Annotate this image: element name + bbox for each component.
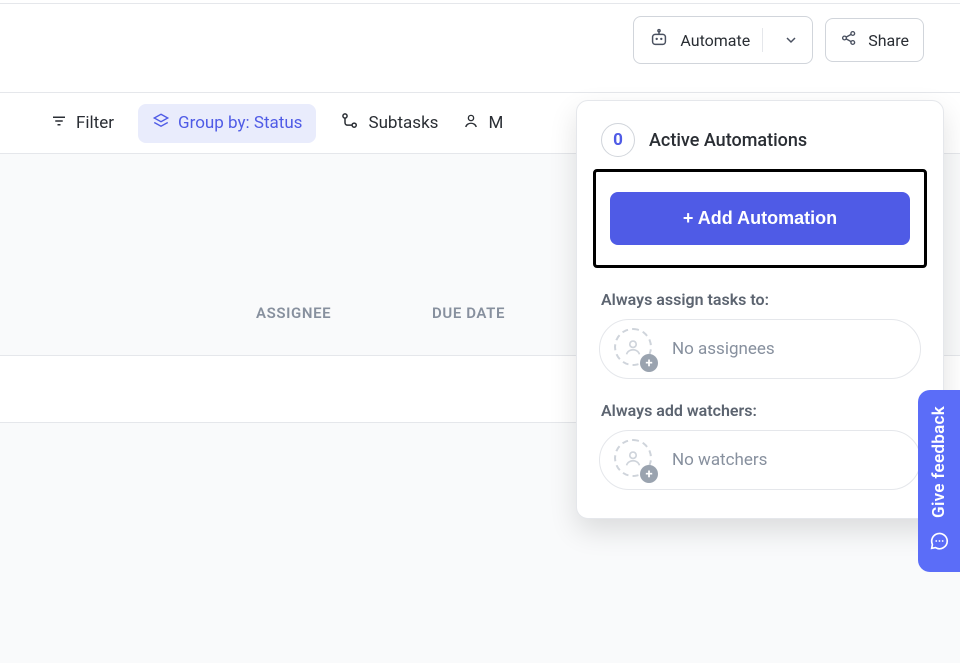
automations-count: 0 (613, 130, 623, 150)
plus-icon: + (640, 465, 658, 483)
groupby-button[interactable]: Group by: Status (138, 104, 316, 143)
plus-icon: + (640, 354, 658, 372)
share-button[interactable]: Share (825, 18, 924, 62)
automate-label: Automate (680, 31, 750, 50)
watchers-field[interactable]: + No watchers (599, 430, 921, 490)
watchers-section-label: Always add watchers: (601, 401, 919, 420)
automations-title: Active Automations (649, 130, 807, 151)
add-automation-button[interactable]: + Add Automation (610, 192, 910, 245)
groupby-label: Group by: Status (178, 113, 302, 133)
assign-section-label: Always assign tasks to: (601, 290, 919, 309)
column-due-date[interactable]: DUE DATE (432, 304, 505, 322)
filter-label: Filter (76, 113, 114, 133)
give-feedback-button[interactable]: Give feedback (918, 390, 960, 572)
layers-icon (152, 112, 170, 135)
assignee-avatar-placeholder: + (614, 328, 656, 370)
column-assignee[interactable]: ASSIGNEE (256, 304, 331, 322)
add-automation-callout: + Add Automation (593, 169, 927, 268)
header-actions: Automate Share (633, 16, 924, 64)
person-icon (622, 336, 644, 358)
feedback-label: Give feedback (929, 406, 949, 518)
subtasks-icon (340, 111, 360, 136)
share-icon (840, 29, 858, 51)
me-label: M (488, 113, 503, 133)
assignees-value: No assignees (672, 339, 775, 359)
watchers-value: No watchers (672, 450, 767, 470)
filter-button[interactable]: Filter (50, 112, 114, 135)
panel-header: 0 Active Automations (593, 119, 927, 169)
person-icon (462, 112, 480, 135)
automations-panel: 0 Active Automations + Add Automation Al… (576, 100, 944, 519)
subtasks-button[interactable]: Subtasks (340, 111, 438, 136)
top-divider (0, 3, 960, 4)
add-automation-label: + Add Automation (683, 208, 837, 228)
automations-count-badge: 0 (601, 123, 635, 157)
me-button[interactable]: M (462, 112, 503, 135)
share-label: Share (868, 31, 909, 50)
button-divider (762, 28, 763, 52)
automate-button[interactable]: Automate (633, 16, 813, 64)
person-icon (622, 447, 644, 469)
subtasks-label: Subtasks (368, 113, 438, 133)
automate-chevron[interactable] (775, 32, 807, 48)
watcher-avatar-placeholder: + (614, 439, 656, 481)
chevron-down-icon (783, 32, 799, 48)
assignees-field[interactable]: + No assignees (599, 319, 921, 379)
robot-icon (648, 27, 670, 53)
filter-icon (50, 112, 68, 135)
feedback-icon (928, 530, 950, 556)
